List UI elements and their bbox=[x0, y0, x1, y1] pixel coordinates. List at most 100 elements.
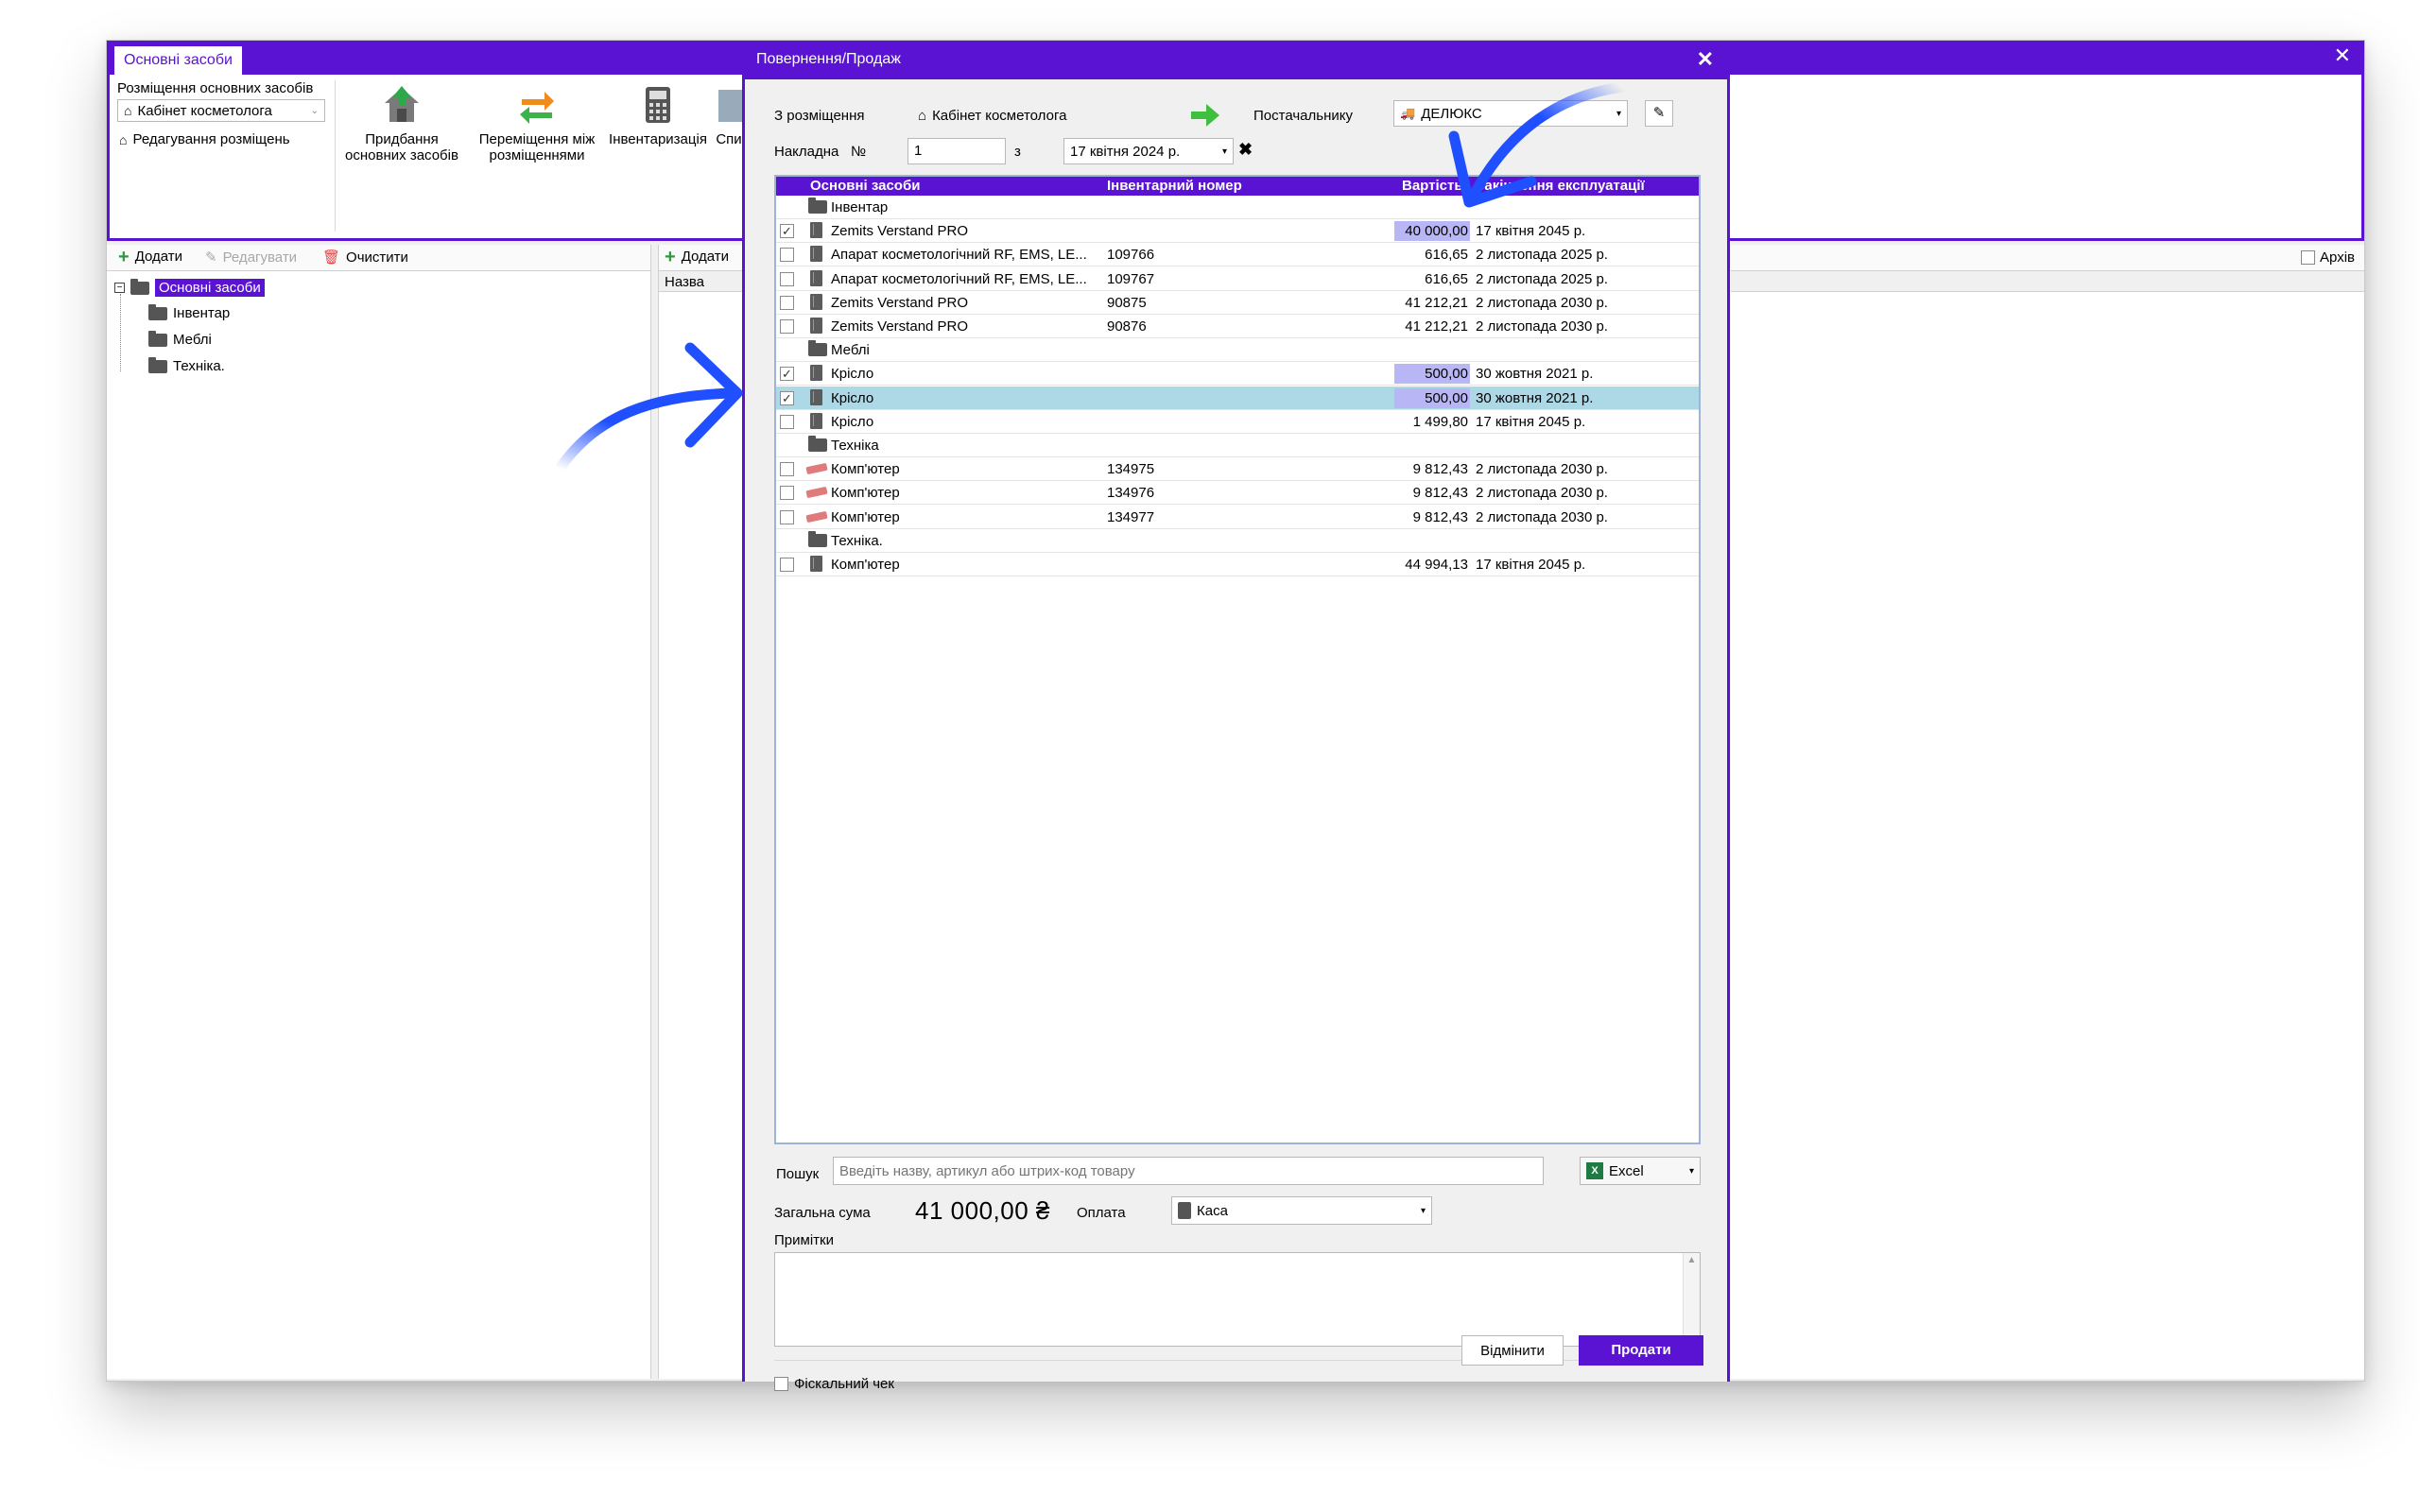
grid-asset-row[interactable]: Комп'ютер 134977 2 листопада 2030 р. 9 812,… bbox=[776, 506, 1699, 529]
archive-checkbox-box[interactable] bbox=[2301, 250, 2316, 265]
inventory-button[interactable]: Інвентаризація bbox=[605, 84, 711, 147]
left-clear-button[interactable]: 🗑 Очистити bbox=[322, 249, 408, 266]
row-checkbox[interactable] bbox=[780, 271, 794, 286]
tree-root[interactable]: − Основні засоби bbox=[114, 278, 265, 297]
mid-column-header[interactable]: Назва bbox=[659, 271, 743, 292]
collapse-icon[interactable]: − bbox=[114, 283, 125, 293]
purchase-assets-button[interactable]: Придбання основних засобів bbox=[340, 84, 463, 163]
row-checkbox[interactable]: ✓ bbox=[780, 224, 794, 239]
end-of-use-date: 2 листопада 2030 р. bbox=[1476, 318, 1608, 335]
group-name: Техніка. bbox=[831, 532, 883, 549]
grid-asset-row[interactable]: ✓ Zemits Verstand PRO 17 квітня 2045 р. 40 … bbox=[776, 219, 1699, 244]
asset-name: Апарат косметологічний RF, EMS, LE... bbox=[831, 247, 1087, 264]
asset-cost: 500,00 bbox=[1394, 364, 1470, 385]
truck-icon: 🚚 bbox=[1400, 106, 1416, 120]
end-of-use-date: 2 листопада 2030 р. bbox=[1476, 294, 1608, 311]
fiscal-receipt-checkbox[interactable]: Фіскальний чек bbox=[774, 1376, 894, 1392]
asset-cost: 41 212,21 bbox=[1405, 318, 1468, 335]
invoice-date-value: 17 квітня 2024 р. bbox=[1070, 143, 1181, 160]
search-label: Пошук bbox=[776, 1166, 820, 1182]
grid-asset-row[interactable]: Комп'ютер 17 квітня 2045 р. 44 994,13 bbox=[776, 553, 1699, 576]
grid-asset-row[interactable]: Апарат косметологічний RF, EMS, LE... 109… bbox=[776, 267, 1699, 291]
asset-name: Комп'ютер bbox=[831, 461, 900, 478]
notes-scrollbar[interactable]: ▲ ▼ bbox=[1683, 1253, 1700, 1346]
book-icon bbox=[810, 293, 822, 310]
cancel-button[interactable]: Відмінити bbox=[1461, 1335, 1564, 1366]
notes-label: Примітки bbox=[774, 1232, 834, 1248]
row-checkbox[interactable] bbox=[780, 558, 794, 572]
grid-asset-row[interactable]: Zemits Verstand PRO 90876 2 листопада 2030… bbox=[776, 315, 1699, 338]
scroll-up-icon[interactable]: ▲ bbox=[1684, 1255, 1700, 1265]
col-assets[interactable]: Основні засоби bbox=[810, 178, 920, 194]
grid-group-row[interactable]: Техніка bbox=[776, 434, 1699, 457]
clear-date-icon[interactable]: ✖ bbox=[1238, 140, 1253, 160]
transfer-arrows-icon bbox=[520, 92, 554, 124]
sell-button[interactable]: Продати bbox=[1579, 1335, 1703, 1366]
excel-button[interactable]: X Excel ▾ bbox=[1580, 1157, 1701, 1185]
inventory-number: 90876 bbox=[1107, 318, 1147, 335]
row-checkbox[interactable] bbox=[780, 509, 794, 524]
folder-icon bbox=[130, 278, 149, 295]
row-checkbox[interactable]: ✓ bbox=[780, 390, 794, 405]
left-clear-label: Очистити bbox=[346, 249, 408, 266]
notes-textarea[interactable]: ▲ ▼ bbox=[774, 1252, 1701, 1347]
payment-select[interactable]: Каса ▾ bbox=[1171, 1196, 1432, 1225]
transfer-line2: розміщеннями bbox=[489, 147, 585, 163]
edit-placements-button[interactable]: ⌂ Редагування розміщень bbox=[119, 131, 290, 147]
fiscal-receipt-label: Фіскальний чек bbox=[794, 1376, 894, 1392]
grid-asset-row[interactable]: ✓ Крісло 30 жовтня 2021 р. 500,00 bbox=[776, 362, 1699, 387]
search-input[interactable] bbox=[833, 1157, 1544, 1185]
mid-add-button[interactable]: + Додати bbox=[665, 248, 729, 266]
col-inventory-number[interactable]: Інвентарний номер bbox=[1107, 178, 1242, 194]
grid-asset-row[interactable]: Комп'ютер 134976 2 листопада 2030 р. 9 812,… bbox=[776, 481, 1699, 506]
row-checkbox[interactable] bbox=[780, 486, 794, 501]
row-checkbox[interactable] bbox=[780, 319, 794, 334]
tree-item-inventory[interactable]: Інвентар bbox=[148, 303, 230, 321]
dropdown-arrow-icon: ▾ bbox=[1688, 1165, 1694, 1177]
dialog-close-icon[interactable]: ✕ bbox=[1697, 47, 1714, 72]
transfer-placements-button[interactable]: Переміщення між розміщеннями bbox=[471, 84, 603, 163]
grid-asset-row[interactable]: ✓ Крісло 30 жовтня 2021 р. 500,00 bbox=[776, 386, 1699, 410]
left-edit-button[interactable]: ✎ Редагувати bbox=[205, 249, 297, 266]
asset-name: Zemits Verstand PRO bbox=[831, 318, 969, 335]
end-of-use-date: 17 квітня 2045 р. bbox=[1476, 223, 1586, 240]
grid-group-row[interactable]: Меблі bbox=[776, 338, 1699, 363]
row-checkbox[interactable] bbox=[780, 295, 794, 310]
arrow-right-icon bbox=[1191, 104, 1219, 127]
row-checkbox[interactable] bbox=[780, 248, 794, 263]
group-name: Техніка bbox=[831, 438, 879, 454]
grid-asset-row[interactable]: Комп'ютер 134975 2 листопада 2030 р. 9 812,… bbox=[776, 457, 1699, 482]
left-add-button[interactable]: + Додати bbox=[118, 248, 182, 266]
trash-icon: 🗑 bbox=[322, 249, 341, 266]
tab-main-assets[interactable]: Основні засоби bbox=[114, 46, 242, 75]
purchase-line1: Придбання bbox=[365, 131, 439, 147]
inventory-number: 109766 bbox=[1107, 247, 1155, 264]
tree-item-furniture-label: Меблі bbox=[173, 332, 212, 348]
book-icon bbox=[810, 318, 822, 334]
row-checkbox[interactable]: ✓ bbox=[780, 367, 794, 382]
placement-select[interactable]: ⌂ Кабінет косметолога ⌄ bbox=[117, 99, 325, 122]
fiscal-checkbox-box[interactable] bbox=[774, 1377, 788, 1391]
tree-item-tech[interactable]: Техніка. bbox=[148, 356, 225, 374]
payment-label: Оплата bbox=[1077, 1205, 1126, 1221]
main-close-icon[interactable]: ✕ bbox=[2334, 43, 2351, 68]
tree-item-tech-label: Техніка. bbox=[173, 358, 225, 374]
tree-item-furniture[interactable]: Меблі bbox=[148, 330, 212, 348]
grid-group-row[interactable]: Техніка. bbox=[776, 529, 1699, 553]
asset-cost: 616,65 bbox=[1425, 247, 1468, 264]
inventory-line1: Інвентаризація bbox=[609, 131, 707, 147]
asset-cost: 9 812,43 bbox=[1412, 508, 1468, 525]
grid-asset-row[interactable]: Крісло 17 квітня 2045 р. 1 499,80 bbox=[776, 410, 1699, 434]
list-button[interactable]: Спи bbox=[715, 84, 743, 147]
row-checkbox[interactable] bbox=[780, 414, 794, 429]
from-placement-value[interactable]: ⌂ Кабінет косметолога bbox=[918, 108, 1066, 124]
row-checkbox[interactable] bbox=[780, 462, 794, 477]
invoice-number-input[interactable]: 1 bbox=[908, 138, 1006, 164]
archive-checkbox[interactable]: Архів bbox=[2301, 249, 2355, 266]
grid-asset-row[interactable]: Zemits Verstand PRO 90875 2 листопада 2030… bbox=[776, 291, 1699, 315]
invoice-date-picker[interactable]: 17 квітня 2024 р. ▾ bbox=[1063, 138, 1234, 164]
grid-asset-row[interactable]: Апарат косметологічний RF, EMS, LE... 109… bbox=[776, 243, 1699, 267]
folder-icon bbox=[808, 436, 827, 452]
book-icon bbox=[810, 222, 822, 239]
archive-label: Архів bbox=[2320, 249, 2355, 266]
